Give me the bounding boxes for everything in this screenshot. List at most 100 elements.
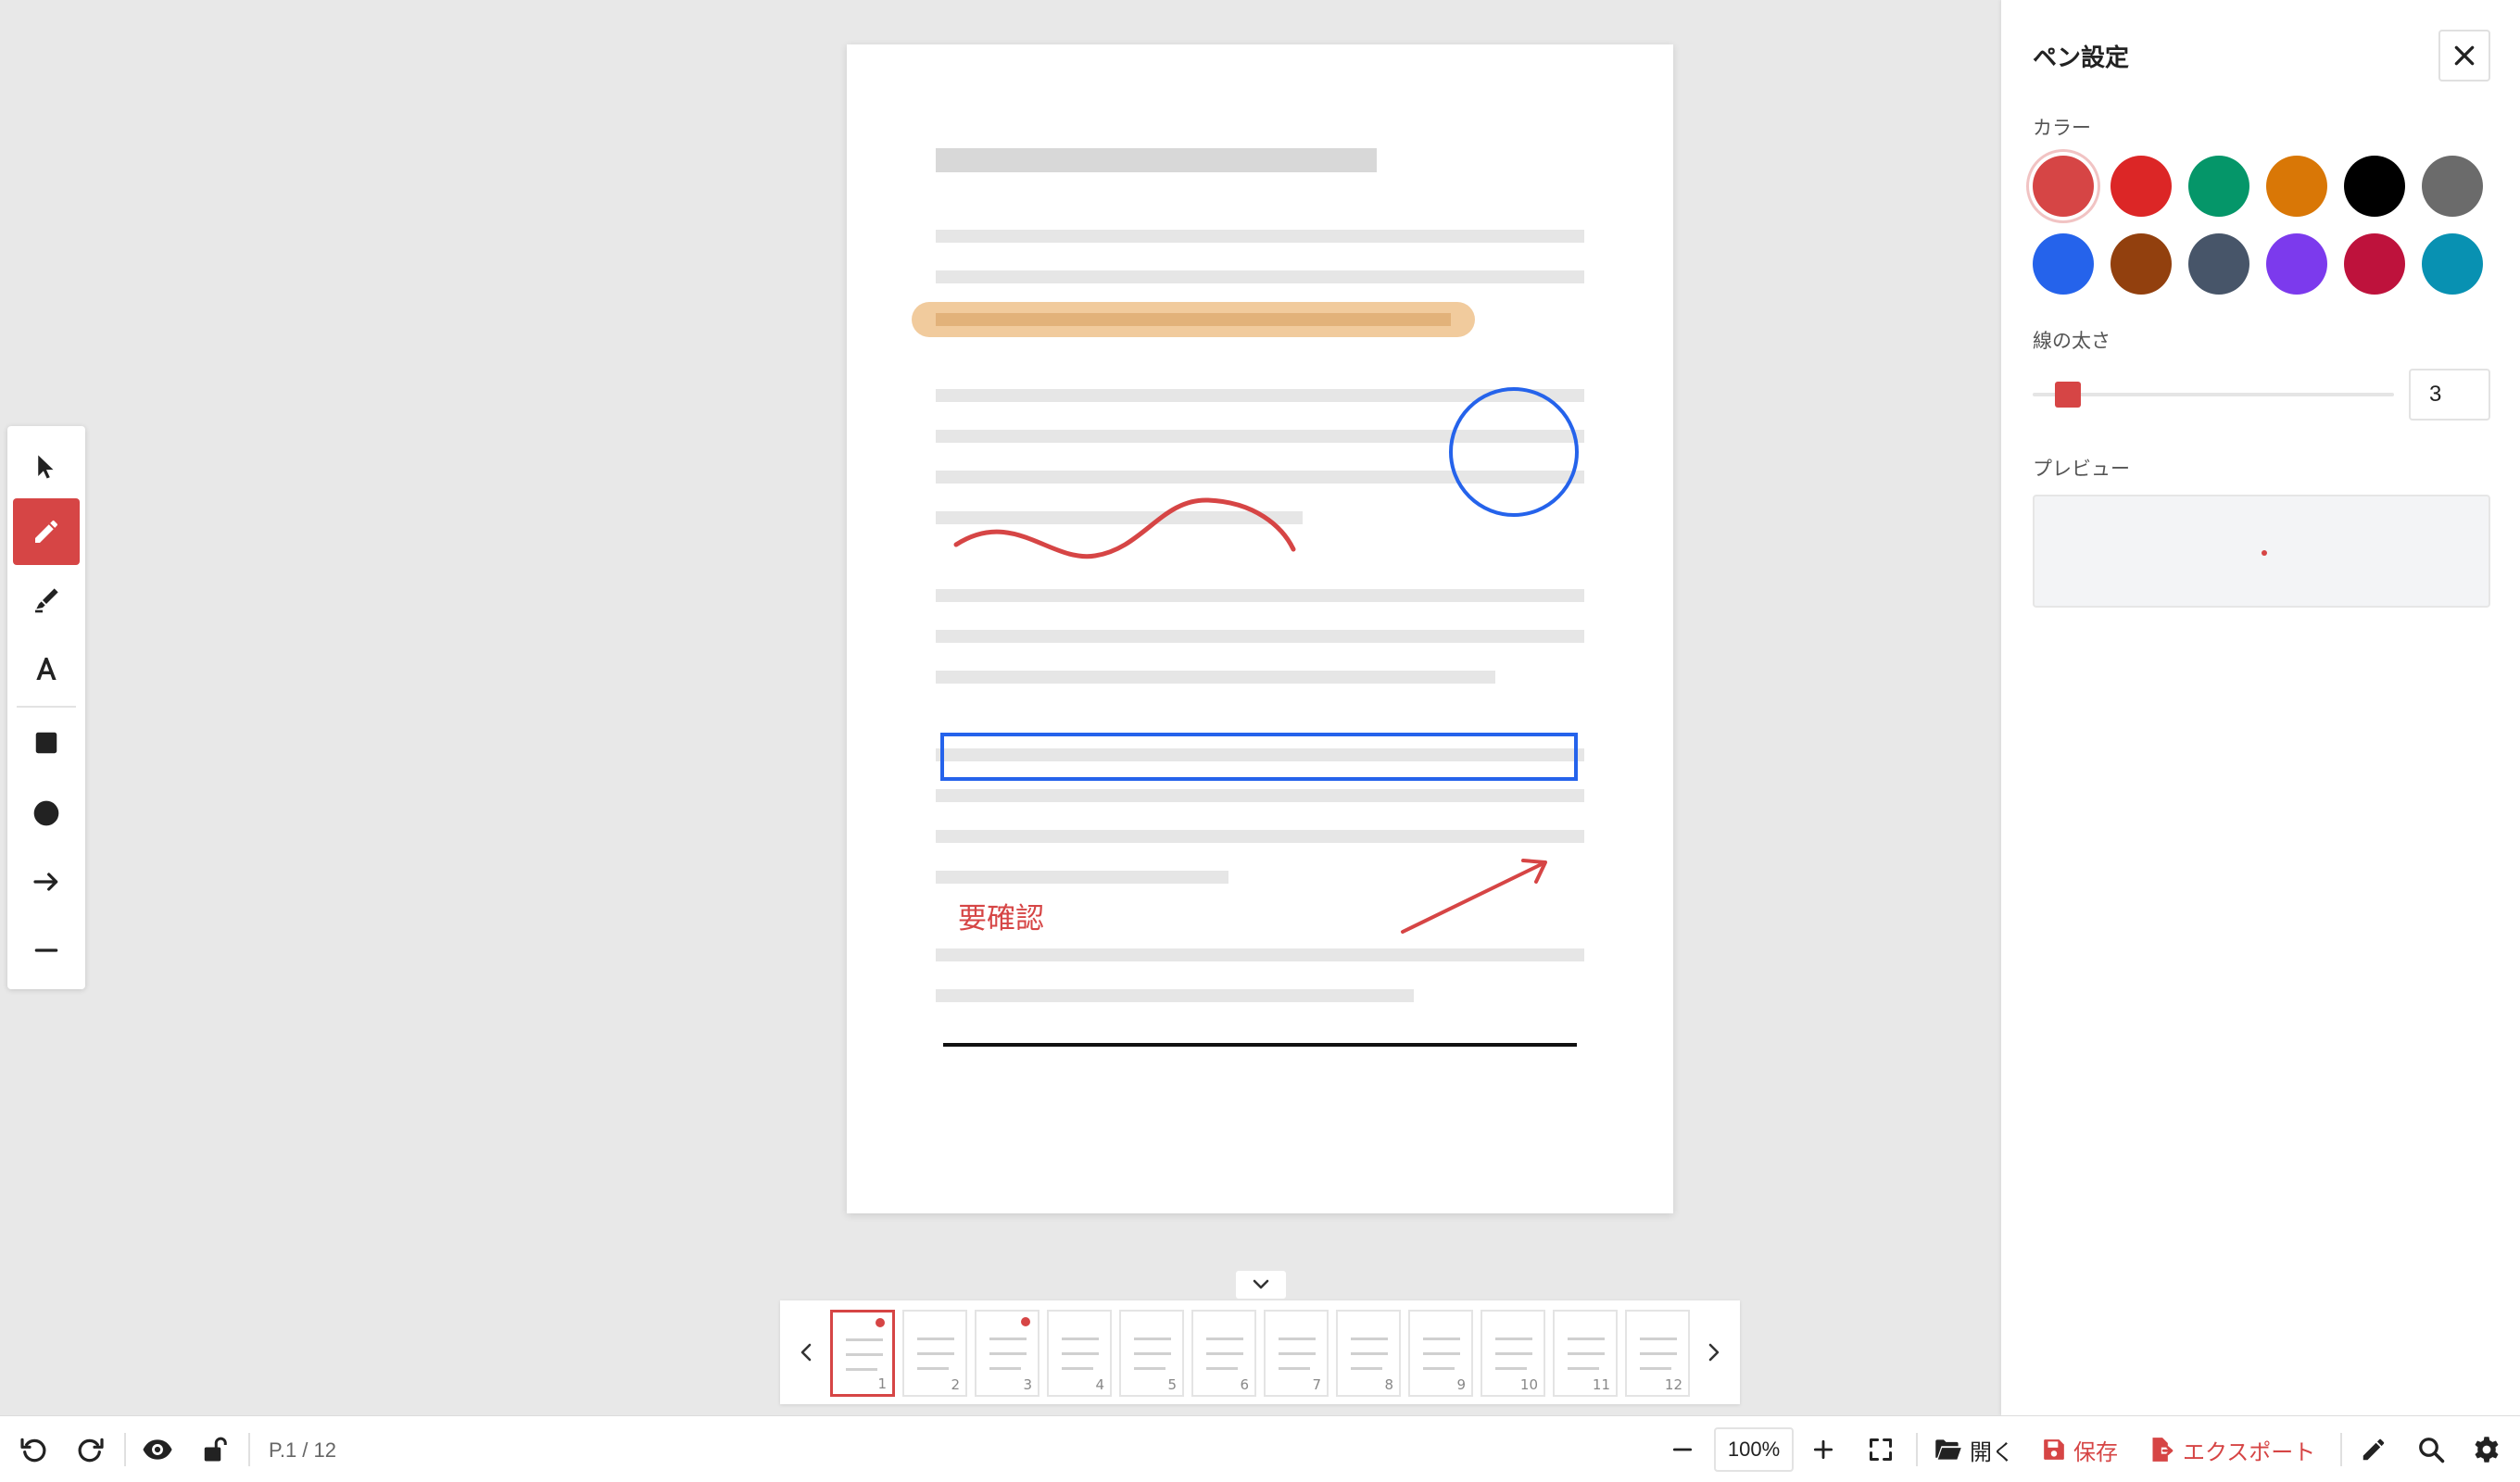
stroke-width-input[interactable]: [2409, 369, 2490, 421]
rectangle-tool-button[interactable]: [13, 710, 80, 776]
search-button[interactable]: [2413, 1431, 2450, 1468]
thumbnail-line: [1568, 1352, 1605, 1355]
annotation-indicator-dot: [1021, 1317, 1030, 1326]
page-thumbnail[interactable]: 3: [975, 1310, 1040, 1397]
color-swatch-selected[interactable]: [2033, 156, 2094, 217]
color-swatch[interactable]: [2344, 156, 2405, 217]
thumbnail-line: [1134, 1367, 1166, 1370]
color-swatch[interactable]: [2110, 156, 2172, 217]
stroke-preview-dot: [2262, 550, 2267, 556]
select-tool-button[interactable]: [13, 433, 80, 500]
color-swatch[interactable]: [2188, 233, 2249, 295]
thumbnail-line: [1279, 1367, 1310, 1370]
visibility-toggle-button[interactable]: [139, 1431, 176, 1468]
thumbnail-line: [1423, 1338, 1460, 1340]
open-file-button[interactable]: 開く: [1934, 1429, 2014, 1470]
thumbnail-page-number: 3: [1023, 1376, 1032, 1393]
arrow-icon: [33, 873, 58, 891]
thumbnail-line: [1351, 1352, 1388, 1355]
gear-icon: [2475, 1437, 2499, 1463]
page-thumbnail[interactable]: 2: [902, 1310, 967, 1397]
thumbnail-line: [1423, 1352, 1460, 1355]
thumbnail-line: [1568, 1367, 1599, 1370]
settings-button[interactable]: [2468, 1431, 2505, 1468]
collapse-thumbnails-button[interactable]: [1236, 1271, 1286, 1299]
thumbnail-page-number: 11: [1592, 1376, 1610, 1393]
pen-tool-button[interactable]: [13, 498, 80, 565]
stroke-width-slider[interactable]: [2033, 382, 2394, 408]
toolbar-divider: [248, 1433, 250, 1466]
color-swatch[interactable]: [2344, 233, 2405, 295]
thumbnail-line: [1640, 1367, 1671, 1370]
page-thumbnail[interactable]: 8: [1336, 1310, 1401, 1397]
page-thumbnail[interactable]: 4: [1047, 1310, 1112, 1397]
color-swatch[interactable]: [2266, 156, 2327, 217]
toolbar-divider: [1916, 1433, 1918, 1466]
page-thumbnail[interactable]: 6: [1191, 1310, 1256, 1397]
color-swatch[interactable]: [2422, 156, 2483, 217]
export-button[interactable]: エクスポート: [2149, 1429, 2315, 1470]
pen-settings-panel: ペン設定 カラー 線の太さ プレビュー: [2001, 0, 2520, 1415]
page-thumbnail[interactable]: 1: [830, 1310, 895, 1397]
save-icon: [2044, 1439, 2064, 1460]
thumbnail-page-number: 7: [1312, 1376, 1321, 1393]
color-swatch[interactable]: [2033, 233, 2094, 295]
thumbnail-line: [1062, 1367, 1093, 1370]
color-swatch[interactable]: [2188, 156, 2249, 217]
thumbnail-line: [917, 1338, 954, 1340]
tool-palette: [7, 426, 85, 989]
document-page[interactable]: 要確認: [847, 44, 1673, 1213]
search-icon: [2419, 1438, 2445, 1463]
ellipse-tool-button[interactable]: [13, 780, 80, 847]
export-icon: [2152, 1438, 2174, 1462]
highlighter-tool-button[interactable]: [13, 567, 80, 634]
pen-icon: [35, 521, 57, 543]
page-thumbnail[interactable]: 12: [1625, 1310, 1690, 1397]
thumbnail-line: [1062, 1352, 1099, 1355]
stroke-preview-box: [2033, 495, 2490, 608]
thumbnail-line: [1495, 1352, 1532, 1355]
page-thumbnail[interactable]: 7: [1264, 1310, 1329, 1397]
thumbnail-line: [1351, 1338, 1388, 1340]
save-button[interactable]: 保存: [2042, 1429, 2118, 1470]
select-icon: [38, 455, 54, 479]
thumbnail-page-number: 9: [1456, 1376, 1466, 1393]
annotate-mode-button[interactable]: [2355, 1431, 2392, 1468]
line-tool-button[interactable]: [13, 917, 80, 984]
color-swatch[interactable]: [2110, 233, 2172, 295]
color-label: カラー: [2033, 117, 2091, 139]
next-page-button[interactable]: [1695, 1328, 1732, 1376]
page-thumbnail[interactable]: 5: [1119, 1310, 1184, 1397]
text-annotation[interactable]: 要確認: [958, 895, 1044, 936]
page-thumbnail[interactable]: 10: [1480, 1310, 1545, 1397]
chevron-down-icon: [1253, 1279, 1269, 1289]
page-thumbnail[interactable]: 11: [1553, 1310, 1618, 1397]
thumbnail-line: [989, 1367, 1021, 1370]
undo-button[interactable]: [15, 1431, 52, 1468]
color-swatch[interactable]: [2422, 233, 2483, 295]
minus-icon: [1672, 1448, 1693, 1451]
redo-button[interactable]: [72, 1431, 109, 1468]
fit-to-screen-button[interactable]: [1862, 1431, 1899, 1468]
zoom-out-button[interactable]: [1664, 1431, 1701, 1468]
undo-icon: [20, 1438, 46, 1463]
zoom-level-field[interactable]: 100%: [1714, 1427, 1794, 1472]
slider-thumb[interactable]: [2055, 382, 2082, 408]
lock-toggle-button[interactable]: [196, 1431, 233, 1468]
close-panel-button[interactable]: [2438, 30, 2490, 82]
rectangle-annotation: [940, 733, 1578, 781]
slider-track: [2033, 393, 2394, 396]
eye-icon: [143, 1439, 172, 1460]
zoom-in-button[interactable]: [1805, 1431, 1842, 1468]
arrow-tool-button[interactable]: [13, 848, 80, 915]
color-swatch[interactable]: [2266, 233, 2327, 295]
freehand-annotation: [953, 497, 1296, 559]
page-thumbnail[interactable]: 9: [1408, 1310, 1473, 1397]
thumbnail-line: [846, 1353, 883, 1356]
panel-title: ペン設定: [2033, 44, 2130, 72]
thumbnail-line: [1279, 1352, 1316, 1355]
text-tool-button[interactable]: [13, 635, 80, 702]
page-thumbnail-strip: 1 2 3 4 5 6 7 8 9 10 11 12: [780, 1300, 1740, 1404]
prev-page-button[interactable]: [788, 1328, 825, 1376]
thumbnail-page-number: 12: [1664, 1376, 1682, 1393]
